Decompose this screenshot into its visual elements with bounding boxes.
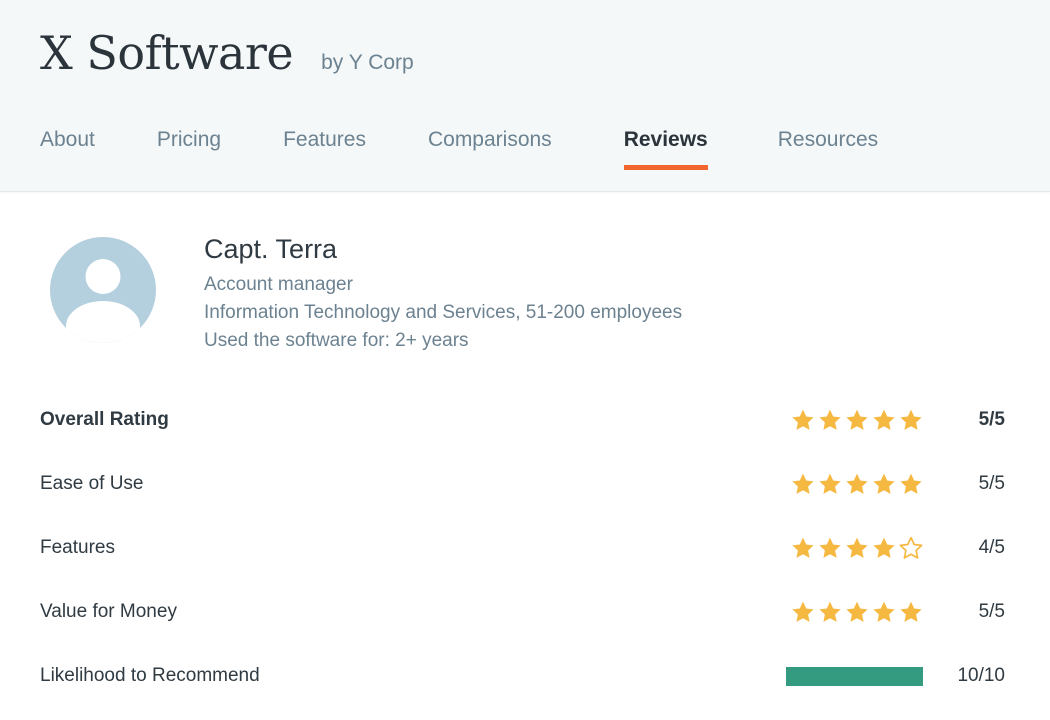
avatar-body-shape <box>66 301 140 343</box>
rating-label: Likelihood to Recommend <box>40 665 260 687</box>
star-filled-icon <box>792 601 814 622</box>
star-filled-icon <box>819 537 841 558</box>
vendor-name: by Y Corp <box>321 51 414 74</box>
reviewer-info: Capt. Terra Account manager Information … <box>204 233 682 355</box>
star-filled-icon <box>846 409 868 430</box>
star-rating <box>753 536 923 560</box>
table-row: Overall Rating 5/5 <box>40 388 1005 452</box>
rating-label: Value for Money <box>40 601 177 623</box>
reviewer-job-title: Account manager <box>204 273 353 295</box>
reviewer-name: Capt. Terra <box>204 234 338 264</box>
star-filled-icon <box>846 473 868 494</box>
nav-item-about[interactable]: About <box>40 129 95 170</box>
star-rating <box>753 600 923 624</box>
nav-item-resources[interactable]: Resources <box>778 129 878 170</box>
reviewer-usage-duration: Used the software for: 2+ years <box>204 329 469 351</box>
main-nav: About Pricing Features Comparisons Revie… <box>0 112 1050 170</box>
rating-value: 4/5 <box>978 537 1005 559</box>
table-row: Ease of Use 5/5 <box>40 452 1005 516</box>
rating-label: Features <box>40 537 115 559</box>
star-rating <box>753 472 923 496</box>
star-filled-icon <box>873 601 895 622</box>
reviewer-industry-size: Information Technology and Services, 51-… <box>204 301 683 323</box>
star-filled-icon <box>846 601 868 622</box>
star-filled-icon <box>873 537 895 558</box>
star-rating <box>753 408 923 432</box>
avatar-head-shape <box>85 259 121 294</box>
rating-label: Ease of Use <box>40 473 144 495</box>
rating-value: 5/5 <box>978 473 1005 495</box>
star-filled-icon <box>819 601 841 622</box>
star-filled-icon <box>792 473 814 494</box>
nav-item-reviews[interactable]: Reviews <box>623 129 708 170</box>
rating-value: 5/5 <box>978 601 1005 623</box>
table-row: Likelihood to Recommend 10/10 <box>40 644 1005 708</box>
nav-item-comparisons[interactable]: Comparisons <box>428 129 552 170</box>
recommendation-bar <box>753 666 923 686</box>
reviewer-header: Capt. Terra Account manager Information … <box>0 192 1050 355</box>
star-filled-icon <box>819 409 841 430</box>
rating-value: 10/10 <box>957 665 1005 687</box>
rating-value: 5/5 <box>978 409 1005 431</box>
title-row: X Software by Y Corp <box>0 0 1050 76</box>
star-filled-icon <box>819 473 841 494</box>
user-avatar-icon <box>50 237 156 343</box>
star-filled-icon <box>900 409 922 430</box>
site-header: X Software by Y Corp About Pricing Featu… <box>0 0 1050 192</box>
star-filled-icon <box>900 473 922 494</box>
star-filled-icon <box>792 537 814 558</box>
ratings-table: Overall Rating 5/5 Ease of Use 5/5 Featu… <box>0 388 1050 708</box>
star-filled-icon <box>873 473 895 494</box>
page-title: X Software <box>40 26 294 80</box>
table-row: Features 4/5 <box>40 516 1005 580</box>
recommendation-bar-fill <box>786 666 923 686</box>
star-filled-icon <box>792 409 814 430</box>
nav-item-features[interactable]: Features <box>283 129 366 170</box>
star-filled-icon <box>873 409 895 430</box>
star-outline-icon <box>899 536 923 559</box>
nav-item-pricing[interactable]: Pricing <box>157 129 221 170</box>
star-filled-icon <box>900 601 922 622</box>
star-filled-icon <box>846 537 868 558</box>
table-row: Value for Money 5/5 <box>40 580 1005 644</box>
rating-label: Overall Rating <box>40 409 169 431</box>
